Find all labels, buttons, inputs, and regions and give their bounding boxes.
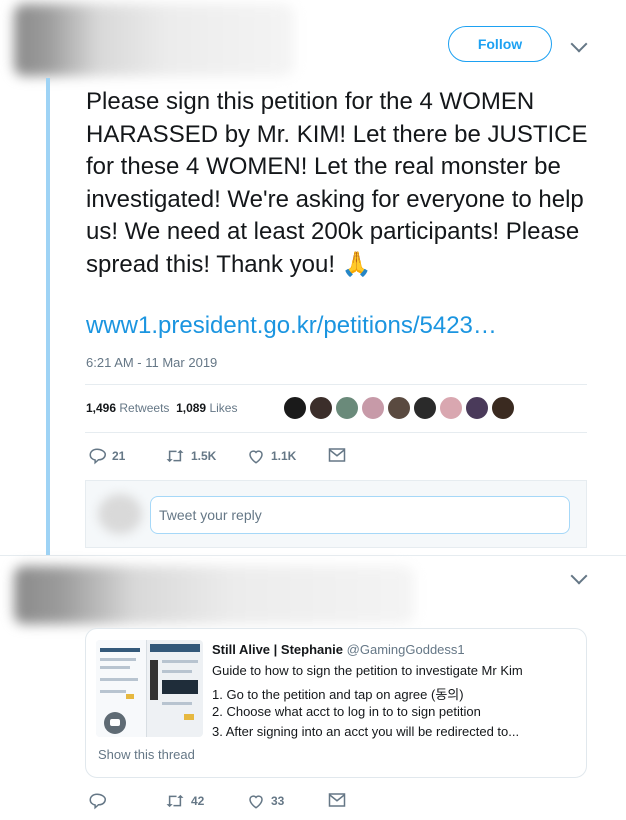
reply-count: 21 xyxy=(112,449,126,463)
heart-icon xyxy=(249,795,263,809)
retweet-icon xyxy=(166,794,184,808)
divider xyxy=(85,384,587,385)
liker-avatar[interactable] xyxy=(309,396,333,420)
liker-avatar[interactable] xyxy=(465,396,489,420)
retweets-count[interactable]: 1,496 xyxy=(86,401,116,415)
tweet-timestamp[interactable]: 6:21 AM - 11 Mar 2019 xyxy=(86,355,217,370)
retweet-count: 1.5K xyxy=(191,449,217,463)
thread-line xyxy=(46,78,50,556)
retweet-action-2[interactable]: 42 xyxy=(165,792,204,810)
reply-input[interactable]: Tweet your reply xyxy=(150,496,570,534)
heart-icon xyxy=(249,450,263,464)
liker-avatar[interactable] xyxy=(361,396,385,420)
retweet-icon xyxy=(166,449,184,463)
follow-button[interactable]: Follow xyxy=(448,26,552,62)
reply-icon xyxy=(89,793,106,810)
liker-avatar[interactable] xyxy=(283,396,307,420)
thread-thumbnail xyxy=(96,640,203,737)
quoted-author-handle[interactable]: @GamingGoddess1 xyxy=(347,642,465,657)
dm-action-2[interactable] xyxy=(328,792,352,808)
chevron-down-icon[interactable] xyxy=(570,35,588,53)
envelope-icon xyxy=(328,793,346,807)
quoted-author[interactable]: Still Alive | Stephanie @GamingGoddess1 xyxy=(212,642,465,657)
liker-avatar[interactable] xyxy=(491,396,515,420)
author-header-blurred-2 xyxy=(14,566,414,624)
reply-icon xyxy=(89,448,106,465)
retweet-action[interactable]: 1.5K xyxy=(165,447,216,465)
liker-avatar[interactable] xyxy=(387,396,411,420)
tweet-stats: 1,496 Retweets 1,089 Likes xyxy=(86,401,237,415)
show-thread-link[interactable]: Show this thread xyxy=(98,747,195,762)
liker-avatar[interactable] xyxy=(439,396,463,420)
dm-action[interactable] xyxy=(328,447,352,463)
quoted-text-line: Guide to how to sign the petition to inv… xyxy=(212,663,523,678)
author-header-blurred xyxy=(14,4,294,76)
likes-label[interactable]: Likes xyxy=(209,401,237,415)
reply-action-2[interactable] xyxy=(88,792,112,810)
quoted-author-name[interactable]: Still Alive | Stephanie xyxy=(212,642,343,657)
divider xyxy=(0,555,626,556)
like-count-2: 33 xyxy=(271,794,285,808)
liker-avatar[interactable] xyxy=(335,396,359,420)
like-count: 1.1K xyxy=(271,449,297,463)
retweet-count-2: 42 xyxy=(191,794,205,808)
retweets-label[interactable]: Retweets xyxy=(119,401,169,415)
like-action[interactable]: 1.1K xyxy=(247,447,296,465)
divider xyxy=(85,432,587,433)
likes-count[interactable]: 1,089 xyxy=(176,401,206,415)
quoted-text-line: 1. Go to the petition and tap on agree (… xyxy=(212,687,464,702)
like-action-2[interactable]: 33 xyxy=(247,792,284,810)
quoted-text-line: 3. After signing into an acct you will b… xyxy=(212,724,520,739)
quoted-text-line: 2. Choose what acct to log in to to sign… xyxy=(212,704,481,719)
reply-action[interactable]: 21 xyxy=(88,447,125,465)
chevron-down-icon[interactable] xyxy=(570,567,588,585)
tweet-text: Please sign this petition for the 4 WOME… xyxy=(86,88,588,278)
current-user-avatar-blurred xyxy=(98,494,142,534)
liker-avatar[interactable] xyxy=(413,396,437,420)
envelope-icon xyxy=(328,448,346,462)
petition-link[interactable]: www1.president.go.kr/petitions/5423… xyxy=(86,312,497,340)
